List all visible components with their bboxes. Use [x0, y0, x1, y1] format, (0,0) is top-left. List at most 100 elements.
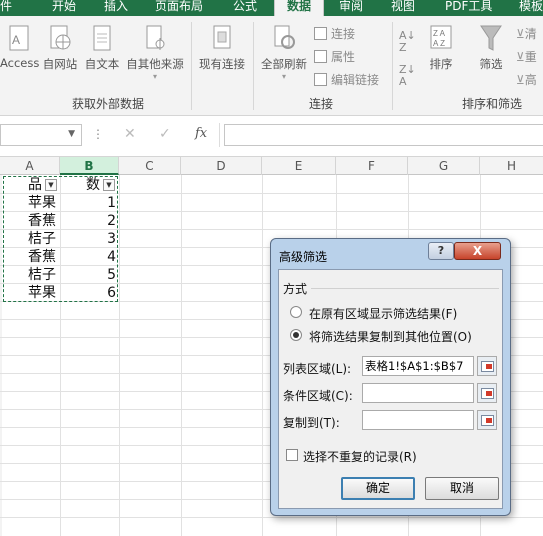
unique-records-label[interactable]: 选择不重复的记录(R): [303, 448, 417, 465]
ribbon-tab-bar: 件 开始 插入 页面布局 公式 数据 审阅 视图 PDF工具 模板: [0, 0, 543, 16]
from-other-sources-button[interactable]: 自其他来源 ▾: [124, 22, 186, 81]
name-box[interactable]: ▼: [0, 124, 82, 146]
unique-records-checkbox[interactable]: [286, 449, 298, 461]
from-other-sources-label: 自其他来源: [126, 57, 184, 71]
copy-to-label: 复制到(T):: [283, 416, 340, 430]
grid-line: [0, 517, 543, 518]
column-header-a[interactable]: A: [0, 157, 60, 175]
clear-filter-button[interactable]: ⊻清: [516, 25, 537, 42]
criteria-range-picker[interactable]: [477, 383, 497, 403]
svg-text:Z A: Z A: [433, 29, 446, 38]
funnel-icon: [480, 25, 502, 51]
advanced-filter-icon: ⊻: [516, 73, 525, 87]
sort-ascending-button[interactable]: A↓ Z: [399, 30, 416, 54]
existing-connections-button[interactable]: 现有连接: [197, 22, 247, 72]
column-header-e[interactable]: E: [262, 157, 336, 175]
column-headers: A B C D E F G H: [0, 157, 543, 175]
tab-review[interactable]: 审阅: [339, 0, 363, 16]
edit-links-button[interactable]: 编辑链接: [314, 71, 379, 88]
other-sources-icon: [146, 25, 165, 50]
from-text-button[interactable]: 自文本: [83, 22, 121, 72]
column-header-f[interactable]: F: [336, 157, 408, 175]
advanced-filter-dialog: 高级筛选 ? X 方式 在原有区域显示筛选结果(F) 将筛选结果复制到其他位置(…: [270, 238, 511, 516]
group-label-sort-filter: 排序和筛选: [462, 97, 523, 111]
from-web-button[interactable]: 自网站: [40, 22, 80, 72]
dropdown-arrow-icon: ▾: [152, 72, 157, 81]
copy-to-input[interactable]: [362, 410, 474, 430]
column-header-c[interactable]: C: [119, 157, 181, 175]
properties-icon: [314, 50, 327, 63]
sort-descending-button[interactable]: Z↓ A: [399, 64, 416, 88]
radio-copy-to-location[interactable]: [290, 329, 302, 341]
range-picker-marker: [486, 391, 492, 396]
list-range-picker[interactable]: [477, 356, 497, 376]
existing-connections-icon: [213, 25, 231, 49]
cancel-entry-icon[interactable]: ✕: [124, 126, 136, 142]
column-header-h[interactable]: H: [480, 157, 543, 175]
connections-button[interactable]: 连接: [314, 25, 355, 42]
ribbon-separator: [392, 22, 393, 110]
edit-links-label: 编辑链接: [331, 73, 380, 87]
connections-icon: [314, 27, 327, 40]
properties-label: 属性: [331, 50, 356, 64]
existing-connections-label: 现有连接: [199, 57, 245, 71]
from-text-label: 自文本: [84, 57, 120, 71]
tab-home[interactable]: 开始: [52, 0, 76, 16]
chevron-down-icon[interactable]: ▼: [68, 129, 75, 139]
help-button[interactable]: ?: [428, 242, 454, 260]
sort-button[interactable]: Z AA Z 排序: [424, 22, 458, 72]
group-label-get-external-data: 获取外部数据: [72, 97, 145, 111]
range-picker-marker: [486, 364, 492, 369]
clear-filter-icon: ⊻: [516, 27, 525, 41]
copy-marquee: [3, 176, 118, 302]
column-header-g[interactable]: G: [408, 157, 480, 175]
ok-button[interactable]: 确定: [341, 477, 415, 500]
text-file-icon: [93, 25, 111, 51]
sort-icon: Z AA Z: [430, 25, 452, 49]
tab-data[interactable]: 数据: [274, 0, 324, 16]
list-range-input[interactable]: 表格1!$A$1:$B$7: [362, 356, 474, 376]
tab-template[interactable]: 模板: [519, 0, 543, 16]
formula-bar: ▼ ⋮ ✕ ✓ fx: [0, 117, 543, 157]
tab-insert[interactable]: 插入: [104, 0, 128, 16]
from-web-label: 自网站: [42, 57, 78, 71]
tab-file[interactable]: 件: [0, 0, 12, 16]
dialog-title: 高级筛选: [279, 250, 328, 264]
clear-filter-label: 清: [524, 27, 537, 41]
cancel-button[interactable]: 取消: [425, 477, 499, 500]
ribbon-data: A Access 自网站 自文本 自其他来源 ▾ 现有连接 全部刷新 ▾ 连接 …: [0, 16, 543, 116]
criteria-range-input[interactable]: [362, 383, 474, 403]
reapply-label: 重: [524, 50, 537, 64]
column-header-b[interactable]: B: [60, 157, 119, 175]
tab-page-layout[interactable]: 页面布局: [155, 0, 203, 16]
tab-view[interactable]: 视图: [391, 0, 415, 16]
close-button[interactable]: X: [454, 242, 501, 260]
dropdown-arrow-icon: ▾: [281, 72, 286, 81]
advanced-filter-button[interactable]: ⊻高: [516, 71, 537, 88]
dialog-body: 方式 在原有区域显示筛选结果(F) 将筛选结果复制到其他位置(O) 列表区域(L…: [278, 269, 503, 509]
insert-function-button[interactable]: fx: [195, 126, 207, 141]
filter-label: 筛选: [479, 57, 503, 71]
tab-formulas[interactable]: 公式: [233, 0, 257, 16]
connections-label: 连接: [331, 27, 356, 41]
from-access-button[interactable]: A Access: [0, 22, 40, 70]
sort-label: 排序: [429, 57, 453, 71]
formula-bar-grip-icon: ⋮: [92, 127, 104, 141]
formula-input[interactable]: [224, 124, 543, 146]
radio-filter-in-place[interactable]: [290, 306, 302, 318]
radio-filter-in-place-label[interactable]: 在原有区域显示筛选结果(F): [309, 305, 457, 322]
refresh-all-button[interactable]: 全部刷新 ▾: [258, 22, 310, 81]
range-picker-marker: [486, 418, 492, 423]
list-range-label: 列表区域(L):: [283, 362, 352, 376]
properties-button[interactable]: 属性: [314, 48, 355, 65]
section-label-method: 方式: [283, 282, 308, 296]
copy-to-picker[interactable]: [477, 410, 497, 430]
confirm-entry-icon[interactable]: ✓: [159, 126, 171, 142]
radio-copy-to-location-label[interactable]: 将筛选结果复制到其他位置(O): [309, 328, 472, 345]
from-access-label: Access: [0, 56, 40, 70]
reapply-button[interactable]: ⊻重: [516, 48, 537, 65]
filter-button[interactable]: 筛选: [474, 22, 508, 72]
column-header-d[interactable]: D: [181, 157, 262, 175]
svg-text:A: A: [12, 33, 20, 47]
tab-pdf-tools[interactable]: PDF工具: [445, 0, 492, 16]
